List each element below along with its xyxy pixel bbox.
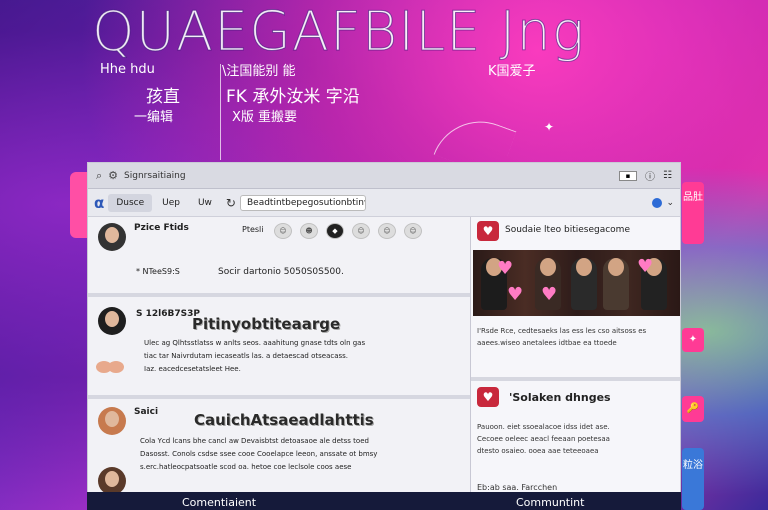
nav-tab-uw[interactable]: Uw: [190, 194, 220, 212]
right-rail: 品肚 ✦ 🔑 粒浴: [680, 178, 706, 510]
rail-pill-top[interactable]: 品肚: [682, 182, 704, 244]
post3-line-1: Cola Ycd lcans bhe cancl aw Devaisbtst d…: [140, 437, 369, 445]
post1-author[interactable]: Pzice Ftids: [134, 223, 189, 233]
window-box-icon[interactable]: ▪: [619, 170, 638, 181]
post1-reaction-label: Ptesli: [242, 225, 264, 234]
card2-title[interactable]: 'Solaken dhnges: [509, 391, 611, 404]
sparkle-icon: ✦: [544, 120, 555, 134]
app-logo-icon[interactable]: α: [94, 194, 104, 212]
search-icon[interactable]: ⌕: [96, 169, 102, 183]
panel-divider: [471, 377, 680, 381]
search-input[interactable]: Beadtintbepegosutionbtinw: [239, 194, 366, 211]
post1-reactions: ☺ ☻ ◆ ☺ ☺ ☺: [274, 223, 422, 239]
browser-titlebar: ⌕ ⚙ Signrsaitiaing ▪ ⓘ ☷: [88, 163, 680, 189]
card1-line-2: aaees.wiseo anetalees idtbae ea ttoede: [477, 339, 617, 347]
reaction-icon[interactable]: ☻: [300, 223, 318, 239]
main-content: Pzice Ftids Ptesli ☺ ☻ ◆ ☺ ☺ ☺ * NTeeS9:…: [88, 217, 680, 509]
avatar[interactable]: [98, 467, 126, 495]
avatar[interactable]: [98, 223, 126, 251]
rail-mid-key-icon[interactable]: 🔑: [682, 396, 704, 422]
rail-mid-star-icon[interactable]: ✦: [682, 328, 704, 352]
banner-sub-mid-3: X版 重搬要: [232, 110, 298, 125]
group-photo: ♥ ♥ ♥ ♥: [473, 250, 680, 316]
post2-line-2: tiac tar Naivrdutam iecaseatls las. a de…: [144, 352, 349, 360]
person-figure: [571, 258, 597, 310]
nav-tab-discover[interactable]: Dusce: [108, 193, 153, 212]
post1-text: Socir dartonio 5050S0S500.: [218, 267, 344, 277]
banner-sub-left-3: 一编辑: [134, 110, 174, 125]
card2-footer: Eb:ab saa. Farcchen: [477, 483, 558, 492]
rail-pill-bottom[interactable]: 粒浴: [682, 448, 704, 510]
info-icon[interactable]: ⓘ: [645, 168, 655, 183]
app-navbar: α Dusce Uep Uw ↻ Beadtintbepegosutionbti…: [88, 189, 680, 217]
reaction-icon[interactable]: ☺: [378, 223, 396, 239]
post3-author[interactable]: Saici: [134, 407, 158, 417]
card2-line-1: Pauoon. eiet ssoealacoe idss idet ase.: [477, 423, 610, 431]
nav-tab-up[interactable]: Uep: [154, 194, 188, 212]
post2-author[interactable]: S 12l6B7S3P: [136, 309, 200, 319]
heart-icon: ♥: [637, 256, 654, 277]
feed-divider: [88, 293, 470, 297]
grid-icon[interactable]: ☷: [663, 170, 672, 181]
post1-handle: * NTeeS9:S: [136, 267, 180, 276]
post2-line-3: Iaz. eacedcesetatsleet Hee.: [144, 365, 241, 373]
heart-icon: ♥: [541, 284, 558, 305]
reaction-icon[interactable]: ◆: [326, 223, 344, 239]
reaction-icon[interactable]: ☺: [274, 223, 292, 239]
card2-line-2: Cecoee oeleec aeacl feeaan poetesaa: [477, 435, 610, 443]
left-accent-tab: [70, 172, 88, 238]
card1-line-1: I'Rsde Rce, cedtesaeks las ess les cso a…: [477, 327, 647, 335]
post2-line-1: Ulec ag Qlhtsstlatss w anlts seos. aaahi…: [144, 339, 366, 347]
person-figure: [603, 258, 629, 310]
heart-icon: ♥: [497, 258, 514, 279]
banner-title: QUAEGAFBILE Jng: [91, 0, 586, 64]
card1-title[interactable]: Soudaie lteo bitiesegacome: [505, 225, 630, 235]
heart-icon[interactable]: ♥: [477, 387, 499, 407]
post3-line-3: s.erc.hatleocpatsoatle scod oa. hetoe co…: [140, 463, 352, 471]
feed-column: Pzice Ftids Ptesli ☺ ☻ ◆ ☺ ☺ ☺ * NTeeS9:…: [88, 217, 470, 509]
banner-sub-right: K国爱子: [488, 64, 536, 79]
reaction-icon[interactable]: ☺: [352, 223, 370, 239]
heart-icon: ♥: [507, 284, 524, 305]
banner-divider-line: [220, 64, 221, 160]
banner-sub-mid-2: FK 承外汝米 字沿: [226, 87, 360, 107]
settings-icon[interactable]: ⚙: [108, 169, 118, 182]
avatar[interactable]: [98, 307, 126, 335]
banner-sub-mid-1: \注国能别 能: [222, 64, 296, 79]
nav-right-controls: ⌄: [652, 197, 674, 208]
bottom-label-right[interactable]: Communtint: [516, 496, 584, 509]
chevron-down-icon[interactable]: ⌄: [666, 198, 674, 208]
banner-sub-left-2: 孩直: [146, 87, 180, 107]
post3-title: CauichAtsaeadlahttis: [194, 411, 374, 429]
community-column: ♥ Soudaie lteo bitiesegacome ♥ ♥ ♥ ♥ I'R…: [470, 217, 680, 509]
bottom-bar: [87, 492, 681, 510]
emoji-icon: [108, 361, 124, 373]
post2-title: Pitinyobtiteaarge: [192, 315, 341, 333]
card2-line-3: dtesto osaieo. ooea aae teteeoaea: [477, 447, 599, 455]
profile-dot-icon[interactable]: [652, 197, 663, 208]
heart-icon[interactable]: ♥: [477, 221, 499, 241]
browser-window: ⌕ ⚙ Signrsaitiaing ▪ ⓘ ☷ α Dusce Uep Uw …: [87, 162, 681, 510]
banner-sub-left-1: Hhe hdu: [100, 62, 155, 77]
bottom-label-left[interactable]: Comentiaient: [182, 496, 256, 509]
reaction-icon[interactable]: ☺: [404, 223, 422, 239]
feed-divider: [88, 395, 470, 399]
avatar[interactable]: [98, 407, 126, 435]
address-text[interactable]: Signrsaitiaing: [124, 171, 613, 181]
refresh-icon[interactable]: ↻: [226, 196, 236, 210]
post3-line-2: Dasosst. Conols csdse ssee cooe Cooelapc…: [140, 450, 378, 458]
